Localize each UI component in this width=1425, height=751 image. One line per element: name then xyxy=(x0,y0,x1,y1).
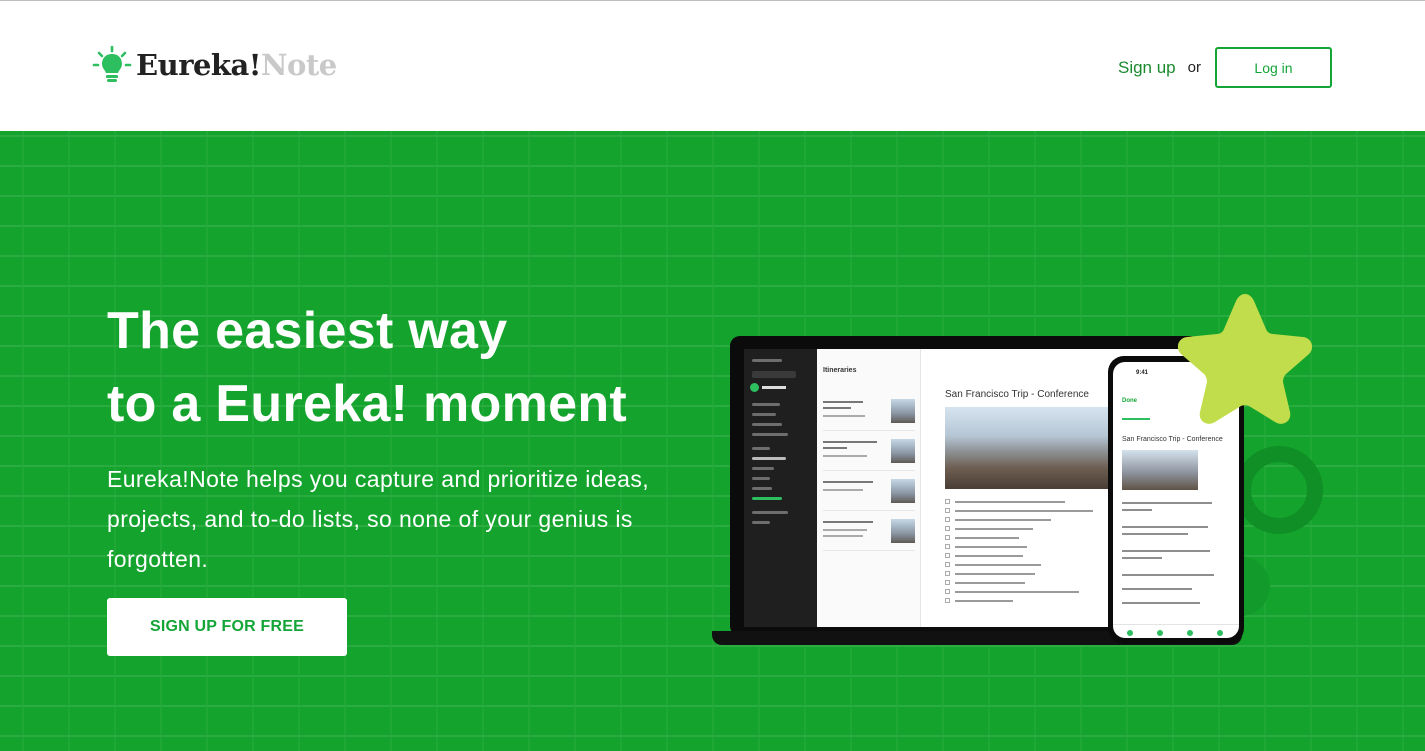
site-header: Eureka! Note Sign up or Log in xyxy=(0,0,1425,131)
note-list-header: Itineraries xyxy=(823,367,857,374)
hero-title: The easiest way to a Eureka! moment xyxy=(107,295,727,441)
phone-done-label: Done xyxy=(1122,398,1137,404)
header-nav: Sign up or Log in xyxy=(1118,47,1332,88)
decor-ring xyxy=(1235,446,1323,534)
phone-time: 9:41 xyxy=(1136,370,1149,376)
signup-link[interactable]: Sign up xyxy=(1118,58,1176,78)
decor-half-circle xyxy=(1240,556,1270,616)
note-image xyxy=(945,407,1109,489)
hero-section: The easiest way to a Eureka! moment Eure… xyxy=(0,131,1425,751)
hero-title-line-2: to a Eureka! moment xyxy=(107,375,628,433)
login-button[interactable]: Log in xyxy=(1215,47,1332,88)
app-sidebar xyxy=(744,349,817,627)
list-item xyxy=(823,395,915,431)
note-title: San Francisco Trip - Conference xyxy=(945,389,1089,400)
star-icon xyxy=(1177,294,1313,424)
phone-note-image xyxy=(1122,450,1198,490)
signup-free-button[interactable]: SIGN UP FOR FREE xyxy=(107,598,347,656)
logo[interactable]: Eureka! Note xyxy=(92,43,337,87)
list-item xyxy=(823,475,915,511)
new-note-icon xyxy=(750,383,759,392)
list-item xyxy=(823,435,915,471)
logo-word-eureka: Eureka! xyxy=(136,48,262,82)
or-text: or xyxy=(1187,59,1201,76)
logo-word-note: Note xyxy=(261,48,337,82)
note-list: Itineraries xyxy=(817,349,921,627)
list-item xyxy=(823,515,915,551)
lightbulb-icon xyxy=(92,45,132,82)
phone-tab-bar xyxy=(1113,624,1239,638)
product-illustration: Itineraries San Francisco Trip - Confere… xyxy=(700,286,1360,666)
hero-subtitle: Eureka!Note helps you capture and priori… xyxy=(107,466,650,572)
hero-title-line-1: The easiest way xyxy=(107,302,508,360)
phone-note-title: San Francisco Trip - Conference xyxy=(1122,436,1223,443)
